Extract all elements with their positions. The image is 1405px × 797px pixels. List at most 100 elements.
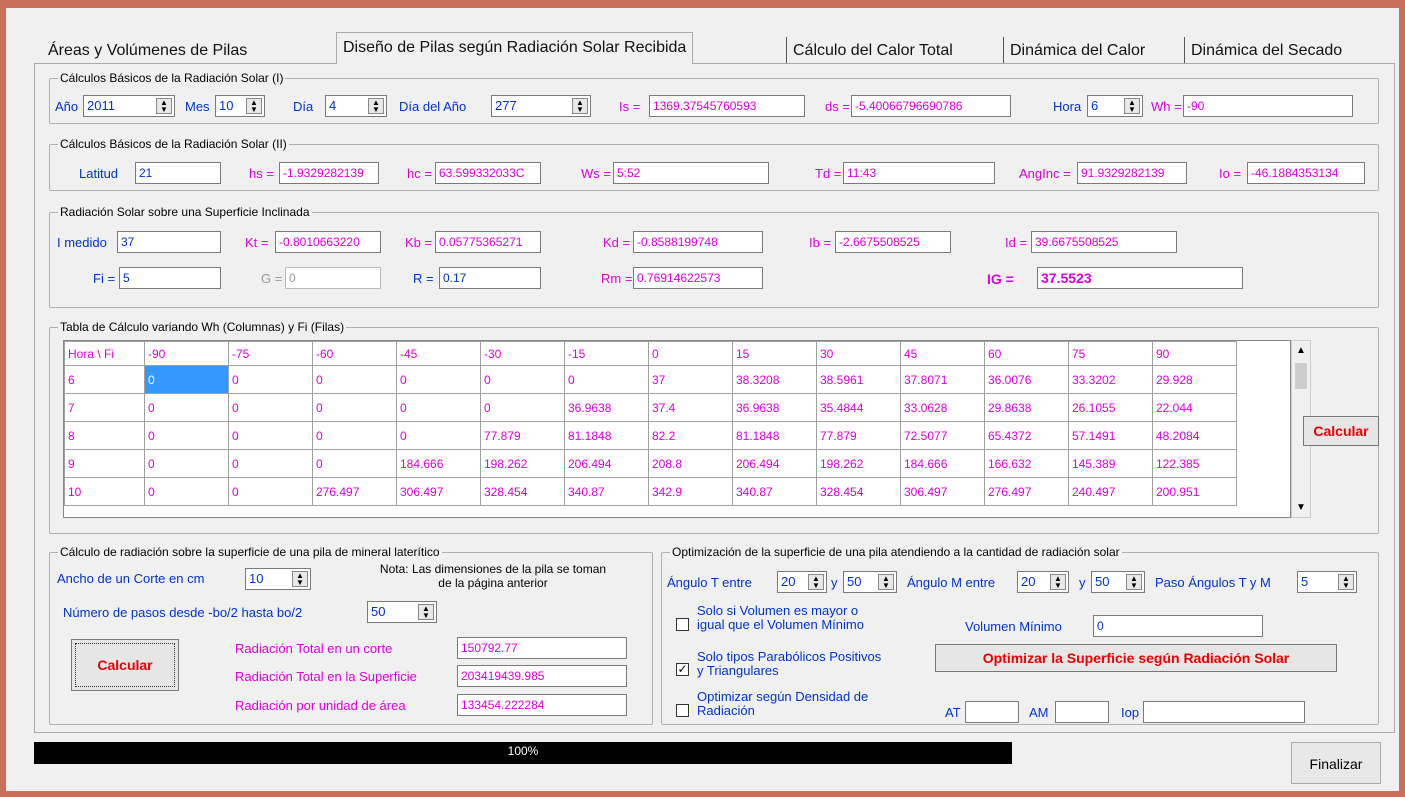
angulo-m-min-spinner[interactable]: 20 ▲ ▼ bbox=[1017, 571, 1069, 593]
hs-field[interactable] bbox=[279, 162, 379, 184]
grid-cell[interactable]: 77.879 bbox=[480, 421, 565, 450]
id-field[interactable] bbox=[1031, 231, 1177, 253]
grid-cell[interactable]: 77.879 bbox=[816, 421, 901, 450]
grid-cell[interactable]: 37 bbox=[648, 365, 733, 394]
ancho-spinner[interactable]: 10 ▲ ▼ bbox=[245, 568, 311, 590]
grid-cell[interactable]: 276.497 bbox=[312, 477, 397, 506]
grid-cell[interactable]: 206.494 bbox=[564, 449, 649, 478]
grid-cell[interactable]: 65.4372 bbox=[984, 421, 1069, 450]
grid-cell[interactable]: 0 bbox=[396, 365, 481, 394]
spinner-arrows-icon[interactable]: ▲ ▼ bbox=[368, 98, 384, 114]
grid-cell[interactable]: 0 bbox=[144, 449, 229, 478]
rua-field[interactable] bbox=[457, 694, 627, 716]
grid-cell[interactable]: 0 bbox=[228, 393, 313, 422]
kd-field[interactable] bbox=[633, 231, 763, 253]
angulo-t-max-spinner[interactable]: 50 ▲ ▼ bbox=[843, 571, 897, 593]
rtc-field[interactable] bbox=[457, 637, 627, 659]
grid-cell[interactable]: 72.5077 bbox=[900, 421, 985, 450]
grid-cell[interactable]: 22.044 bbox=[1152, 393, 1237, 422]
grid-cell[interactable]: 0 bbox=[480, 393, 565, 422]
grid-cell[interactable]: 328.454 bbox=[480, 477, 565, 506]
grid-cell[interactable]: 81.1848 bbox=[564, 421, 649, 450]
grid-cell[interactable]: 184.666 bbox=[900, 449, 985, 478]
tab-diseno-pilas[interactable]: Diseño de Pilas según Radiación Solar Re… bbox=[336, 32, 694, 64]
r-field[interactable] bbox=[439, 267, 541, 289]
grid-cell[interactable]: 0 bbox=[312, 393, 397, 422]
grid-cell[interactable]: 340.87 bbox=[732, 477, 817, 506]
grid-cell[interactable]: 0 bbox=[228, 421, 313, 450]
grid-cell[interactable]: 36.9638 bbox=[564, 393, 649, 422]
grid-cell[interactable]: 0 bbox=[144, 393, 229, 422]
volumen-minimo-checkbox[interactable] bbox=[676, 618, 689, 631]
grid-cell[interactable]: 36.9638 bbox=[732, 393, 817, 422]
dia-anio-spinner[interactable]: 277 ▲ ▼ bbox=[491, 95, 591, 117]
grid-cell[interactable]: 29.928 bbox=[1152, 365, 1237, 394]
grid-cell[interactable]: 166.632 bbox=[984, 449, 1069, 478]
volmin-field[interactable] bbox=[1093, 615, 1263, 637]
tab-dinamica-calor[interactable]: Dinámica del Calor bbox=[1003, 37, 1151, 64]
is-field[interactable] bbox=[649, 95, 805, 117]
calcular-table-button[interactable]: Calcular bbox=[1303, 416, 1379, 446]
ds-field[interactable] bbox=[851, 95, 1011, 117]
grid-cell[interactable]: 342.9 bbox=[648, 477, 733, 506]
grid-cell[interactable]: 37.8071 bbox=[900, 365, 985, 394]
grid-cell[interactable]: 57.1491 bbox=[1068, 421, 1153, 450]
grid-cell[interactable]: 198.262 bbox=[480, 449, 565, 478]
grid-cell[interactable]: 0 bbox=[312, 449, 397, 478]
grid-cell[interactable]: 29.8638 bbox=[984, 393, 1069, 422]
spinner-arrows-icon[interactable]: ▲ ▼ bbox=[878, 574, 894, 590]
grid-cell[interactable]: 81.1848 bbox=[732, 421, 817, 450]
grid-cell[interactable]: 26.1055 bbox=[1068, 393, 1153, 422]
optimizar-button[interactable]: Optimizar la Superficie según Radiación … bbox=[935, 644, 1337, 672]
grid-cell[interactable]: 48.2084 bbox=[1152, 421, 1237, 450]
spinner-arrows-icon[interactable]: ▲ ▼ bbox=[572, 98, 588, 114]
rts-field[interactable] bbox=[457, 665, 627, 687]
rm-field[interactable] bbox=[633, 267, 763, 289]
grid-cell[interactable]: 306.497 bbox=[900, 477, 985, 506]
tab-calculo-calor-total[interactable]: Cálculo del Calor Total bbox=[786, 37, 959, 64]
ib-field[interactable] bbox=[835, 231, 951, 253]
kt-field[interactable] bbox=[275, 231, 381, 253]
grid-cell[interactable]: 340.87 bbox=[564, 477, 649, 506]
grid-cell[interactable]: 35.4844 bbox=[816, 393, 901, 422]
spinner-arrows-icon[interactable]: ▲ ▼ bbox=[808, 574, 824, 590]
grid-cell[interactable]: 240.497 bbox=[1068, 477, 1153, 506]
grid-cell[interactable]: 200.951 bbox=[1152, 477, 1237, 506]
pasos-spinner[interactable]: 50 ▲ ▼ bbox=[367, 601, 437, 623]
grid-cell[interactable]: 0 bbox=[396, 421, 481, 450]
mes-spinner[interactable]: 10 ▲ ▼ bbox=[215, 95, 265, 117]
grid-cell[interactable]: 328.454 bbox=[816, 477, 901, 506]
grid-cell[interactable]: 33.3202 bbox=[1068, 365, 1153, 394]
grid-cell[interactable]: 184.666 bbox=[396, 449, 481, 478]
spinner-arrows-icon[interactable]: ▲ ▼ bbox=[1126, 574, 1142, 590]
ig-field[interactable] bbox=[1037, 267, 1243, 289]
grid-cell[interactable]: 198.262 bbox=[816, 449, 901, 478]
grid-cell[interactable]: 33.0628 bbox=[900, 393, 985, 422]
grid-cell[interactable]: 36.0076 bbox=[984, 365, 1069, 394]
grid-cell[interactable]: 0 bbox=[144, 421, 229, 450]
grid-cell[interactable]: 208.8 bbox=[648, 449, 733, 478]
grid-cell[interactable]: 0 bbox=[144, 365, 229, 394]
finalizar-button[interactable]: Finalizar bbox=[1291, 742, 1381, 784]
imedido-field[interactable] bbox=[117, 231, 221, 253]
grid-cell[interactable]: 0 bbox=[228, 449, 313, 478]
wh-field[interactable] bbox=[1183, 95, 1353, 117]
calc-table[interactable]: Hora \ Fi -90 -75 -60 -45 -30 -15 0 15 30 45 60 75 90… bbox=[63, 340, 1291, 518]
anio-spinner[interactable]: 2011 ▲ ▼ bbox=[83, 95, 175, 117]
densidad-checkbox[interactable] bbox=[676, 704, 689, 717]
grid-cell[interactable]: 82.2 bbox=[648, 421, 733, 450]
angulo-m-max-spinner[interactable]: 50 ▲ ▼ bbox=[1091, 571, 1145, 593]
hc-field[interactable] bbox=[435, 162, 541, 184]
dia-spinner[interactable]: 4 ▲ ▼ bbox=[325, 95, 387, 117]
spinner-arrows-icon[interactable]: ▲ ▼ bbox=[246, 98, 262, 114]
grid-cell[interactable]: 38.5961 bbox=[816, 365, 901, 394]
spinner-arrows-icon[interactable]: ▲ ▼ bbox=[156, 98, 172, 114]
at-field[interactable] bbox=[965, 701, 1019, 723]
parabolicos-checkbox[interactable]: ✓ bbox=[676, 663, 689, 676]
grid-cell[interactable]: 122.385 bbox=[1152, 449, 1237, 478]
grid-cell[interactable]: 0 bbox=[396, 393, 481, 422]
grid-cell[interactable]: 0 bbox=[312, 421, 397, 450]
spinner-arrows-icon[interactable]: ▲ ▼ bbox=[1050, 574, 1066, 590]
grid-cell[interactable]: 0 bbox=[228, 365, 313, 394]
scroll-thumb[interactable] bbox=[1295, 363, 1307, 389]
